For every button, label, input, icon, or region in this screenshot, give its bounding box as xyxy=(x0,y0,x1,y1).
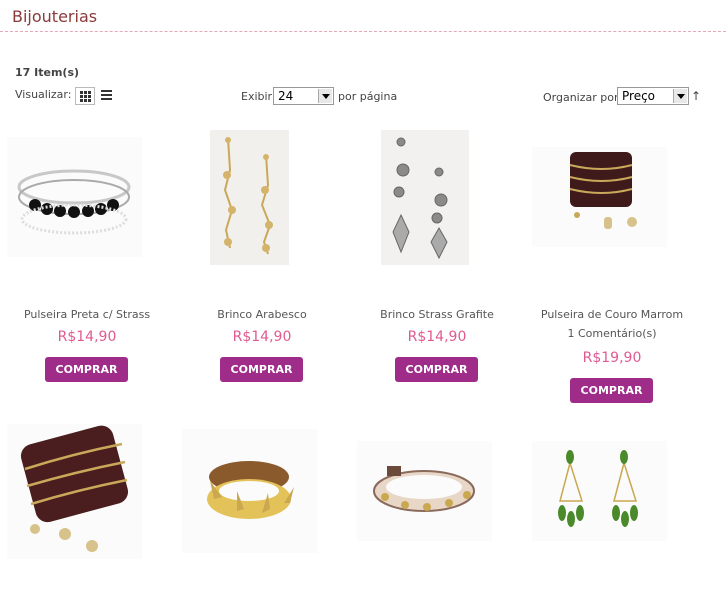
product-price: R$14,90 xyxy=(57,329,117,345)
product-image[interactable] xyxy=(532,147,667,247)
sort-direction-icon[interactable]: ↑ xyxy=(691,89,701,103)
list-view-icon[interactable] xyxy=(101,89,113,101)
per-page-value: 24 xyxy=(278,89,294,103)
earring-image xyxy=(558,450,638,527)
product-name[interactable]: Pulseira de Couro Marrom xyxy=(527,308,697,321)
buy-button[interactable]: COMPRAR xyxy=(45,357,128,382)
buy-button[interactable]: COMPRAR xyxy=(570,378,653,403)
chevron-down-icon xyxy=(673,89,687,103)
grid-view-icon[interactable] xyxy=(75,87,95,105)
sort-select[interactable]: Preço xyxy=(617,87,689,105)
item-count: 17 Item(s) xyxy=(15,66,80,79)
product-image[interactable] xyxy=(357,441,492,541)
product-image[interactable] xyxy=(7,137,142,257)
review-count-link[interactable]: 1 Comentário(s) xyxy=(527,327,697,340)
buy-button[interactable]: COMPRAR xyxy=(220,357,303,382)
bracelet-image xyxy=(569,152,637,229)
product-name[interactable]: Brinco Arabesco xyxy=(177,308,347,321)
earring-image xyxy=(223,137,273,255)
product-name[interactable]: Pulseira Preta c/ Strass xyxy=(2,308,172,321)
page-title: Bijouterias xyxy=(12,7,98,26)
view-mode-label: Visualizar: xyxy=(15,88,72,101)
product-name[interactable]: Brinco Strass Grafite xyxy=(352,308,522,321)
product-image[interactable] xyxy=(532,441,667,541)
buy-button[interactable]: COMPRAR xyxy=(395,357,478,382)
product-image[interactable] xyxy=(182,429,317,553)
bracelet-image xyxy=(373,466,475,512)
product-image[interactable] xyxy=(210,130,289,265)
chevron-down-icon xyxy=(318,89,332,103)
product-image[interactable] xyxy=(381,130,469,265)
product-image[interactable] xyxy=(7,424,142,559)
per-page-suffix: por página xyxy=(338,90,398,103)
per-page-label: Exibir xyxy=(241,90,273,103)
sort-label: Organizar por xyxy=(543,91,619,104)
title-divider xyxy=(0,31,726,32)
bracelet-image xyxy=(207,461,294,519)
bracelet-image xyxy=(20,425,129,552)
bracelet-image xyxy=(17,169,131,235)
product-price: R$19,90 xyxy=(582,350,642,366)
product-price: R$14,90 xyxy=(407,329,467,345)
earring-image xyxy=(392,137,448,260)
per-page-select[interactable]: 24 xyxy=(273,87,334,105)
sort-value: Preço xyxy=(622,89,656,103)
product-price: R$14,90 xyxy=(232,329,292,345)
